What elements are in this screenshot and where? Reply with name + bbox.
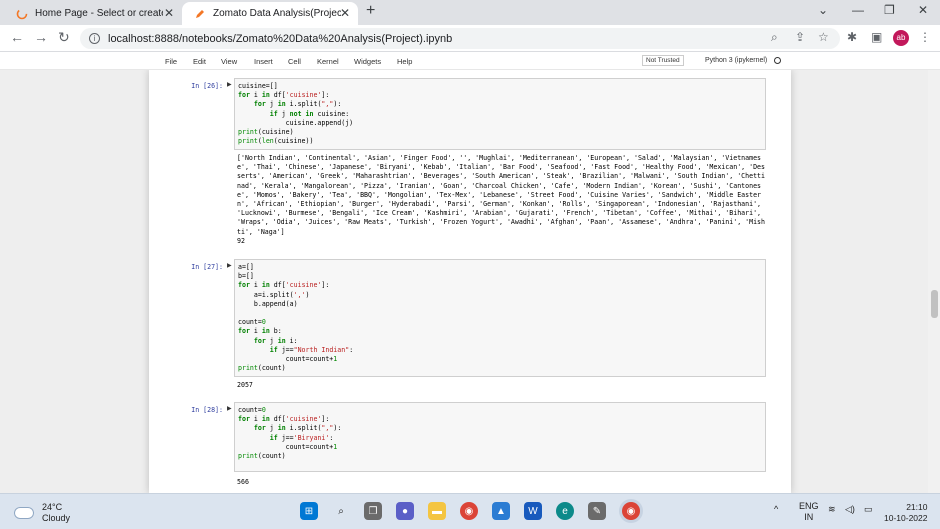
- weather-desc: Cloudy: [42, 513, 71, 523]
- trust-status-badge[interactable]: Not Trusted: [642, 55, 684, 66]
- battery-icon[interactable]: ▭: [864, 504, 873, 515]
- clock-time: 21:10: [906, 502, 928, 512]
- windows-taskbar: 24°C Cloudy ⊞ ⌕ ❐ ● ▬ ◉ ▲ W e ✎ ◉ ^ ENG …: [0, 493, 940, 529]
- word-icon[interactable]: W: [524, 502, 542, 520]
- jupyter-menubar: File Edit View Insert Cell Kernel Widget…: [0, 52, 940, 70]
- file-explorer-icon[interactable]: ▬: [428, 502, 446, 520]
- teams-chat-icon[interactable]: ●: [396, 502, 414, 520]
- menu-file[interactable]: File: [165, 57, 177, 66]
- notebook-edit-icon: [196, 9, 204, 18]
- url-text: localhost:8888/notebooks/Zomato%20Data%2…: [108, 32, 453, 45]
- zoom-search-icon[interactable]: ⌕: [771, 30, 778, 45]
- browser-menu-icon[interactable]: ⋮: [919, 30, 931, 44]
- search-icon[interactable]: ⌕: [332, 502, 350, 520]
- cell-run-marker-icon[interactable]: ▶: [227, 262, 232, 269]
- cell-output: ['North Indian', 'Continental', 'Asian',…: [237, 154, 765, 245]
- menu-view[interactable]: View: [221, 57, 237, 66]
- forward-arrow-icon[interactable]: →: [34, 29, 48, 45]
- clock-date: 10-10-2022: [884, 513, 928, 523]
- app-icon[interactable]: ✎: [588, 502, 606, 520]
- wifi-icon[interactable]: ≋: [828, 504, 836, 515]
- tab-zomato-notebook[interactable]: Zomato Data Analysis(Project) - ✕: [182, 2, 358, 25]
- notebook-page: In [26]: ▶ cuisine=[] for i in df['cuisi…: [149, 70, 791, 493]
- notebook-area: In [26]: ▶ cuisine=[] for i in df['cuisi…: [0, 70, 928, 493]
- cell-prompt: In [27]:: [191, 263, 223, 271]
- cell-run-marker-icon[interactable]: ▶: [227, 81, 232, 88]
- maximize-button[interactable]: ❐: [884, 3, 895, 17]
- chrome-profile-icon[interactable]: ◉: [622, 502, 640, 520]
- extensions-puzzle-icon[interactable]: ✱: [847, 30, 857, 44]
- windows-start-icon[interactable]: ⊞: [300, 502, 318, 520]
- side-panel-icon[interactable]: ▣: [871, 30, 882, 44]
- browser-tab-bar: Home Page - Select or create a n ✕ Zomat…: [0, 0, 940, 25]
- photos-icon[interactable]: ▲: [492, 502, 510, 520]
- tab-close-icon[interactable]: ✕: [340, 6, 350, 20]
- menu-cell[interactable]: Cell: [288, 57, 301, 66]
- site-info-icon[interactable]: i: [89, 33, 100, 44]
- menu-insert[interactable]: Insert: [254, 57, 273, 66]
- menu-edit[interactable]: Edit: [193, 57, 206, 66]
- code-lines: cuisine=[] for i in df['cuisine']: for j…: [238, 82, 354, 146]
- edge-icon[interactable]: e: [556, 502, 574, 520]
- menu-help[interactable]: Help: [397, 57, 412, 66]
- code-cell-input[interactable]: a=[] b=[] for i in df['cuisine']: a=i.sp…: [234, 259, 766, 377]
- kernel-name[interactable]: Python 3 (ipykernel): [705, 57, 767, 64]
- close-window-button[interactable]: ✕: [918, 3, 928, 17]
- code-cell-input[interactable]: cuisine=[] for i in df['cuisine']: for j…: [234, 78, 766, 150]
- menu-widgets[interactable]: Widgets: [354, 57, 381, 66]
- tab-title: Zomato Data Analysis(Project) -: [213, 8, 341, 19]
- code-cell-input[interactable]: count=0 for i in df['cuisine']: for j in…: [234, 402, 766, 472]
- tab-home-page[interactable]: Home Page - Select or create a n ✕: [4, 2, 182, 25]
- menu-kernel[interactable]: Kernel: [317, 57, 339, 66]
- jupyter-loading-icon: [16, 8, 28, 19]
- tab-search-icon[interactable]: ⌄: [818, 3, 828, 17]
- reload-icon[interactable]: ↻: [58, 29, 70, 46]
- volume-icon[interactable]: ◁): [845, 504, 855, 515]
- profile-avatar[interactable]: ab: [893, 30, 909, 46]
- task-view-icon[interactable]: ❐: [364, 502, 382, 520]
- chrome-icon[interactable]: ◉: [460, 502, 478, 520]
- tab-title: Home Page - Select or create a n: [35, 8, 163, 19]
- cell-output: 566: [237, 478, 249, 486]
- minimize-button[interactable]: —: [852, 3, 864, 17]
- cell-prompt: In [26]:: [191, 82, 223, 90]
- back-arrow-icon[interactable]: ←: [10, 29, 24, 45]
- cloud-icon: [14, 507, 34, 519]
- cell-run-marker-icon[interactable]: ▶: [227, 405, 232, 412]
- system-clock[interactable]: 21:10 10-10-2022: [884, 502, 927, 524]
- scrollbar-thumb[interactable]: [931, 290, 938, 318]
- bookmark-star-icon[interactable]: ☆: [818, 30, 829, 44]
- code-lines: a=[] b=[] for i in df['cuisine']: a=i.sp…: [238, 263, 354, 373]
- new-tab-button[interactable]: +: [366, 2, 375, 20]
- tray-chevron-icon[interactable]: ^: [774, 504, 778, 514]
- url-field[interactable]: i localhost:8888/notebooks/Zomato%20Data…: [80, 28, 840, 49]
- tab-close-icon[interactable]: ✕: [164, 6, 174, 20]
- code-lines: count=0 for i in df['cuisine']: for j in…: [238, 406, 342, 461]
- weather-widget[interactable]: 24°C Cloudy: [14, 502, 70, 524]
- cell-prompt: In [28]:: [191, 406, 223, 414]
- share-icon[interactable]: ⇪: [795, 30, 805, 44]
- kernel-idle-indicator: [774, 57, 781, 64]
- page-scrollbar[interactable]: [928, 70, 940, 493]
- weather-temp: 24°C: [42, 502, 63, 512]
- cell-output: 2057: [237, 381, 253, 389]
- language-indicator[interactable]: ENG IN: [799, 501, 819, 523]
